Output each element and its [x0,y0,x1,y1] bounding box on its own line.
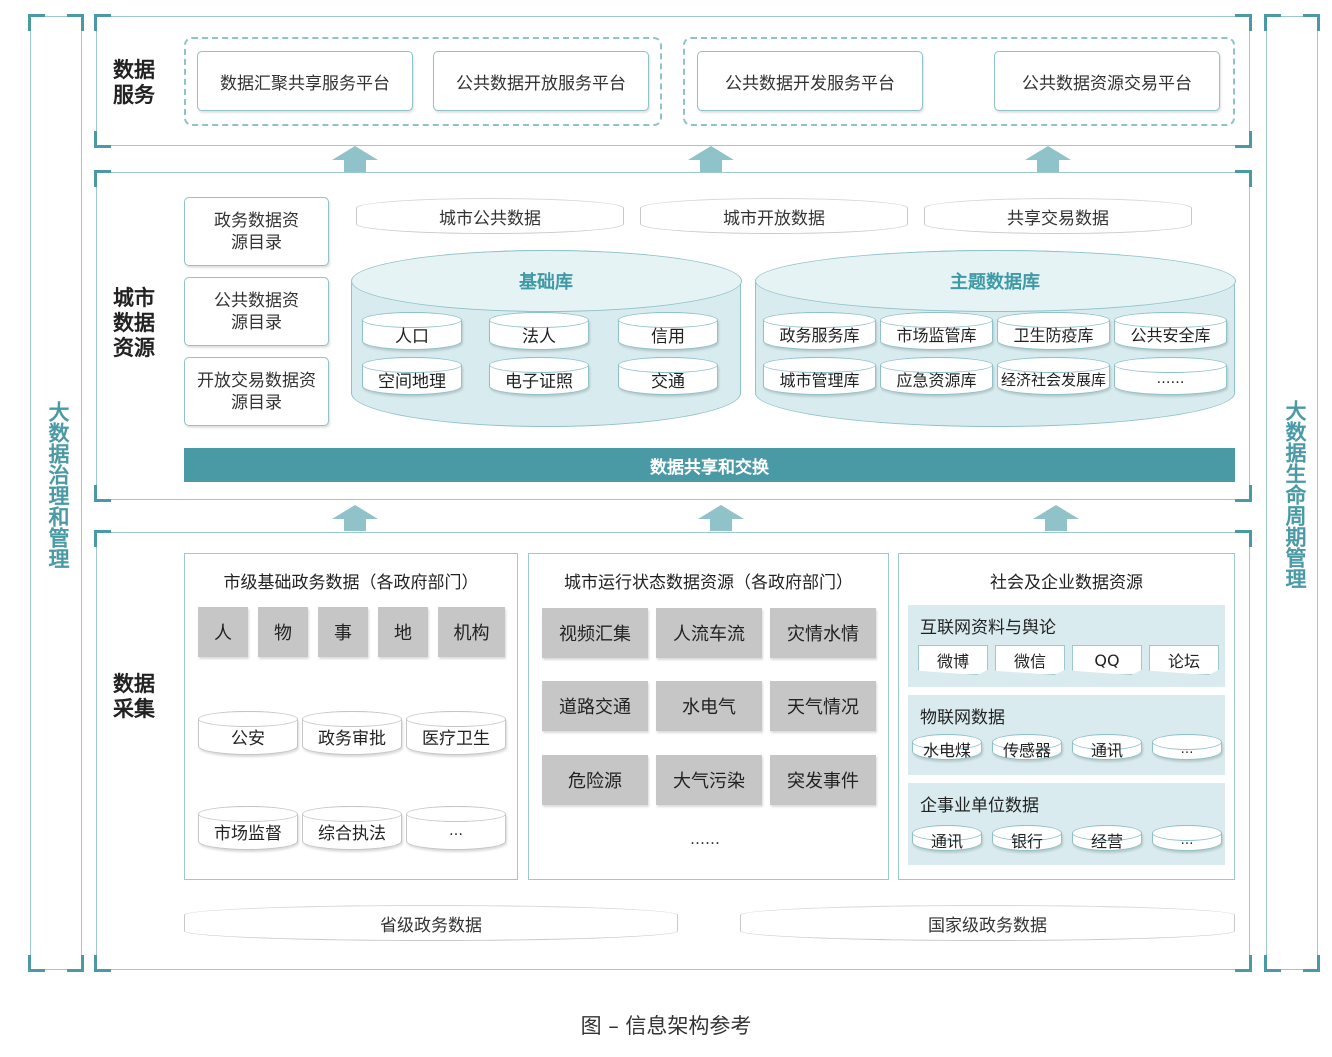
db-gov-service[interactable]: 政务服务库 [763,312,876,350]
gray-weather[interactable]: 天气情况 [770,681,876,731]
db-traffic[interactable]: 交通 [618,357,718,395]
data-sharing-exchange-bar: 数据共享和交换 [184,448,1235,482]
db-population[interactable]: 人口 [362,312,462,350]
up-arrow-icon [332,505,378,531]
gray-event[interactable]: 事 [318,607,368,657]
platform-data-open[interactable]: 公共数据开放服务平台 [433,51,649,111]
src-wechat[interactable]: 微信 [995,645,1065,675]
catalog-open-trade-data[interactable]: 开放交易数据资源目录 [184,357,329,426]
group-title: 企事业单位数据 [920,796,1039,816]
platform-data-develop[interactable]: 公共数据开发服务平台 [697,51,923,111]
db-socio-economic[interactable]: 经济社会发展库 [997,357,1110,395]
more-text: …… [690,830,720,848]
figure-caption: 图 – 信息架构参考 [580,1014,752,1038]
city-open-data[interactable]: 城市开放数据 [640,198,908,234]
city-public-data[interactable]: 城市公共数据 [356,198,624,234]
left-side-panel: 大数据治理和管理 [28,14,84,972]
src-forum[interactable]: 论坛 [1149,645,1219,675]
gray-organization[interactable]: 机构 [438,607,505,657]
group-title: 互联网资料与舆论 [920,618,1056,638]
col-title: 城市运行状态数据资源（各政府部门） [564,573,853,593]
gray-utilities[interactable]: 水电气 [656,681,762,731]
col-title: 市级基础政务数据（各政府部门） [223,573,479,593]
db-more[interactable]: … [406,806,506,850]
provincial-gov-data[interactable]: 省级政务数据 [184,905,678,941]
db-market-monitor[interactable]: 市场监督 [198,806,298,850]
gray-road-traffic[interactable]: 道路交通 [542,681,648,731]
up-arrow-icon [688,146,734,172]
db-health-epidemic[interactable]: 卫生防疫库 [997,312,1110,350]
gray-people-vehicle-flow[interactable]: 人流车流 [656,608,762,658]
gray-person[interactable]: 人 [198,607,248,657]
src-weibo[interactable]: 微博 [918,645,988,675]
gray-hazard-source[interactable]: 危险源 [542,755,648,805]
resource-layer-label: 城市数据资源 [113,286,155,360]
group-enterprise: 企事业单位数据 [908,783,1225,865]
src-sensor[interactable]: 传感器 [992,734,1062,760]
db-legal-person[interactable]: 法人 [489,312,589,350]
db-more[interactable]: …… [1114,357,1227,395]
src-more[interactable]: … [1152,825,1222,851]
national-gov-data[interactable]: 国家级政务数据 [740,905,1235,941]
gray-place[interactable]: 地 [378,607,428,657]
catalog-public-data[interactable]: 公共数据资源目录 [184,277,329,346]
gray-video[interactable]: 视频汇集 [542,608,648,658]
base-database-title: 基础库 [350,249,742,312]
src-utilities[interactable]: 水电煤 [912,734,982,760]
src-bank[interactable]: 银行 [992,825,1062,851]
catalog-gov-data[interactable]: 政务数据资源目录 [184,197,329,266]
gray-emergency-event[interactable]: 突发事件 [770,755,876,805]
right-side-panel: 大数据生命周期管理 [1264,14,1320,972]
db-emergency-resource[interactable]: 应急资源库 [880,357,993,395]
src-more[interactable]: … [1152,734,1222,760]
up-arrow-icon [1025,146,1071,172]
group-title: 物联网数据 [920,708,1005,728]
theme-database-title: 主题数据库 [754,249,1236,312]
db-gov-approval[interactable]: 政务审批 [302,711,402,755]
platform-data-trade[interactable]: 公共数据资源交易平台 [994,51,1220,111]
gray-object[interactable]: 物 [258,607,308,657]
db-medical-health[interactable]: 医疗卫生 [406,711,506,755]
up-arrow-icon [332,146,378,172]
shared-trade-data[interactable]: 共享交易数据 [924,198,1192,234]
collect-layer-label: 数据采集 [113,672,155,721]
right-side-title: 大数据生命周期管理 [1283,400,1307,589]
col-title: 社会及企业数据资源 [990,573,1143,593]
up-arrow-icon [1033,505,1079,531]
db-e-license[interactable]: 电子证照 [489,357,589,395]
db-market-supervision[interactable]: 市场监管库 [880,312,993,350]
src-telecom-ent[interactable]: 通讯 [912,825,982,851]
gray-air-pollution[interactable]: 大气污染 [656,755,762,805]
left-side-title: 大数据治理和管理 [46,401,70,569]
src-telecom[interactable]: 通讯 [1072,734,1142,760]
src-qq[interactable]: QQ [1072,645,1142,675]
db-public-safety[interactable]: 公共安全库 [1114,312,1227,350]
platform-data-sharing[interactable]: 数据汇聚共享服务平台 [197,51,413,111]
up-arrow-icon [698,505,744,531]
db-credit[interactable]: 信用 [618,312,718,350]
src-business[interactable]: 经营 [1072,825,1142,851]
db-law-enforcement[interactable]: 综合执法 [302,806,402,850]
db-public-security[interactable]: 公安 [198,711,298,755]
db-spatial-geo[interactable]: 空间地理 [362,357,462,395]
service-layer-label: 数据服务 [113,58,155,107]
db-city-management[interactable]: 城市管理库 [763,357,876,395]
gray-disaster-water[interactable]: 灾情水情 [770,608,876,658]
